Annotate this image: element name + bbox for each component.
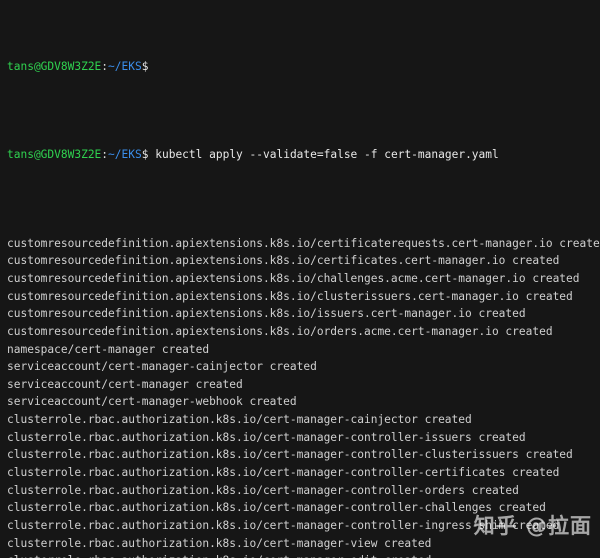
terminal-output-line: clusterrole.rbac.authorization.k8s.io/ce…: [7, 552, 600, 558]
terminal-output-line: clusterrole.rbac.authorization.k8s.io/ce…: [7, 499, 600, 517]
terminal-output-line: serviceaccount/cert-manager created: [7, 376, 600, 394]
terminal-output-line: clusterrole.rbac.authorization.k8s.io/ce…: [7, 517, 600, 535]
terminal-output-line: clusterrole.rbac.authorization.k8s.io/ce…: [7, 429, 600, 447]
terminal-output-text: clusterrole.rbac.authorization.k8s.io/ce…: [7, 413, 472, 427]
prompt-symbol-partial: $: [141, 60, 149, 74]
terminal-output-text: customresourcedefinition.apiextensions.k…: [7, 254, 560, 268]
terminal-output-line: customresourcedefinition.apiextensions.k…: [7, 288, 600, 306]
terminal-output-text: clusterrole.rbac.authorization.k8s.io/ce…: [7, 430, 526, 444]
command-text: kubectl apply --validate=false -f cert-m…: [148, 148, 499, 162]
terminal-output: customresourcedefinition.apiextensions.k…: [7, 235, 600, 558]
terminal-output-text: customresourcedefinition.apiextensions.k…: [7, 289, 573, 303]
terminal-output-line: customresourcedefinition.apiextensions.k…: [7, 235, 600, 253]
terminal-output-line: clusterrole.rbac.authorization.k8s.io/ce…: [7, 446, 600, 464]
terminal-output-text: clusterrole.rbac.authorization.k8s.io/ce…: [7, 465, 560, 479]
terminal-output-text: clusterrole.rbac.authorization.k8s.io/ce…: [7, 536, 432, 550]
terminal-output-text: customresourcedefinition.apiextensions.k…: [7, 236, 600, 250]
terminal-output-line: customresourcedefinition.apiextensions.k…: [7, 323, 600, 341]
terminal-output-line: customresourcedefinition.apiextensions.k…: [7, 305, 600, 323]
terminal-output-line: clusterrole.rbac.authorization.k8s.io/ce…: [7, 411, 600, 429]
terminal-output-line: clusterrole.rbac.authorization.k8s.io/ce…: [7, 535, 600, 553]
terminal-output-text: clusterrole.rbac.authorization.k8s.io/ce…: [7, 501, 546, 515]
terminal-output-text: clusterrole.rbac.authorization.k8s.io/ce…: [7, 518, 560, 532]
terminal-command-line: tans@GDV8W3Z2E:~/EKS$ kubectl apply --va…: [7, 146, 600, 164]
terminal-screen: tans@GDV8W3Z2E:~/EKS$ tans@GDV8W3Z2E:~/E…: [7, 0, 600, 558]
terminal-output-text: clusterrole.rbac.authorization.k8s.io/ce…: [7, 483, 519, 497]
terminal-output-line: customresourcedefinition.apiextensions.k…: [7, 270, 600, 288]
terminal-output-text: clusterrole.rbac.authorization.k8s.io/ce…: [7, 448, 573, 462]
prompt-path-partial: ~/EKS: [108, 60, 142, 74]
terminal-output-text: serviceaccount/cert-manager created: [7, 377, 243, 391]
terminal-output-text: customresourcedefinition.apiextensions.k…: [7, 307, 526, 321]
terminal-window[interactable]: tans@GDV8W3Z2E:~/EKS$ tans@GDV8W3Z2E:~/E…: [0, 0, 600, 558]
prompt-user-host-partial: tans@GDV8W3Z2E: [7, 60, 102, 74]
terminal-output-line: customresourcedefinition.apiextensions.k…: [7, 252, 600, 270]
terminal-output-text: clusterrole.rbac.authorization.k8s.io/ce…: [7, 554, 431, 558]
terminal-output-text: namespace/cert-manager created: [7, 342, 210, 356]
prompt-path: ~/EKS: [108, 148, 142, 162]
terminal-output-line: serviceaccount/cert-manager-webhook crea…: [7, 393, 600, 411]
terminal-output-line: namespace/cert-manager created: [7, 341, 600, 359]
command-string: kubectl apply --validate=false -f cert-m…: [155, 148, 499, 162]
terminal-output-text: serviceaccount/cert-manager-cainjector c…: [7, 360, 317, 374]
terminal-output-text: customresourcedefinition.apiextensions.k…: [7, 271, 580, 285]
terminal-output-text: serviceaccount/cert-manager-webhook crea…: [7, 395, 297, 409]
terminal-output-line: clusterrole.rbac.authorization.k8s.io/ce…: [7, 464, 600, 482]
terminal-output-line: serviceaccount/cert-manager-cainjector c…: [7, 358, 600, 376]
prompt-user-host: tans@GDV8W3Z2E: [7, 148, 102, 162]
terminal-output-line: clusterrole.rbac.authorization.k8s.io/ce…: [7, 482, 600, 500]
terminal-line-partial-top: tans@GDV8W3Z2E:~/EKS$: [7, 58, 600, 76]
terminal-output-text: customresourcedefinition.apiextensions.k…: [7, 324, 553, 338]
